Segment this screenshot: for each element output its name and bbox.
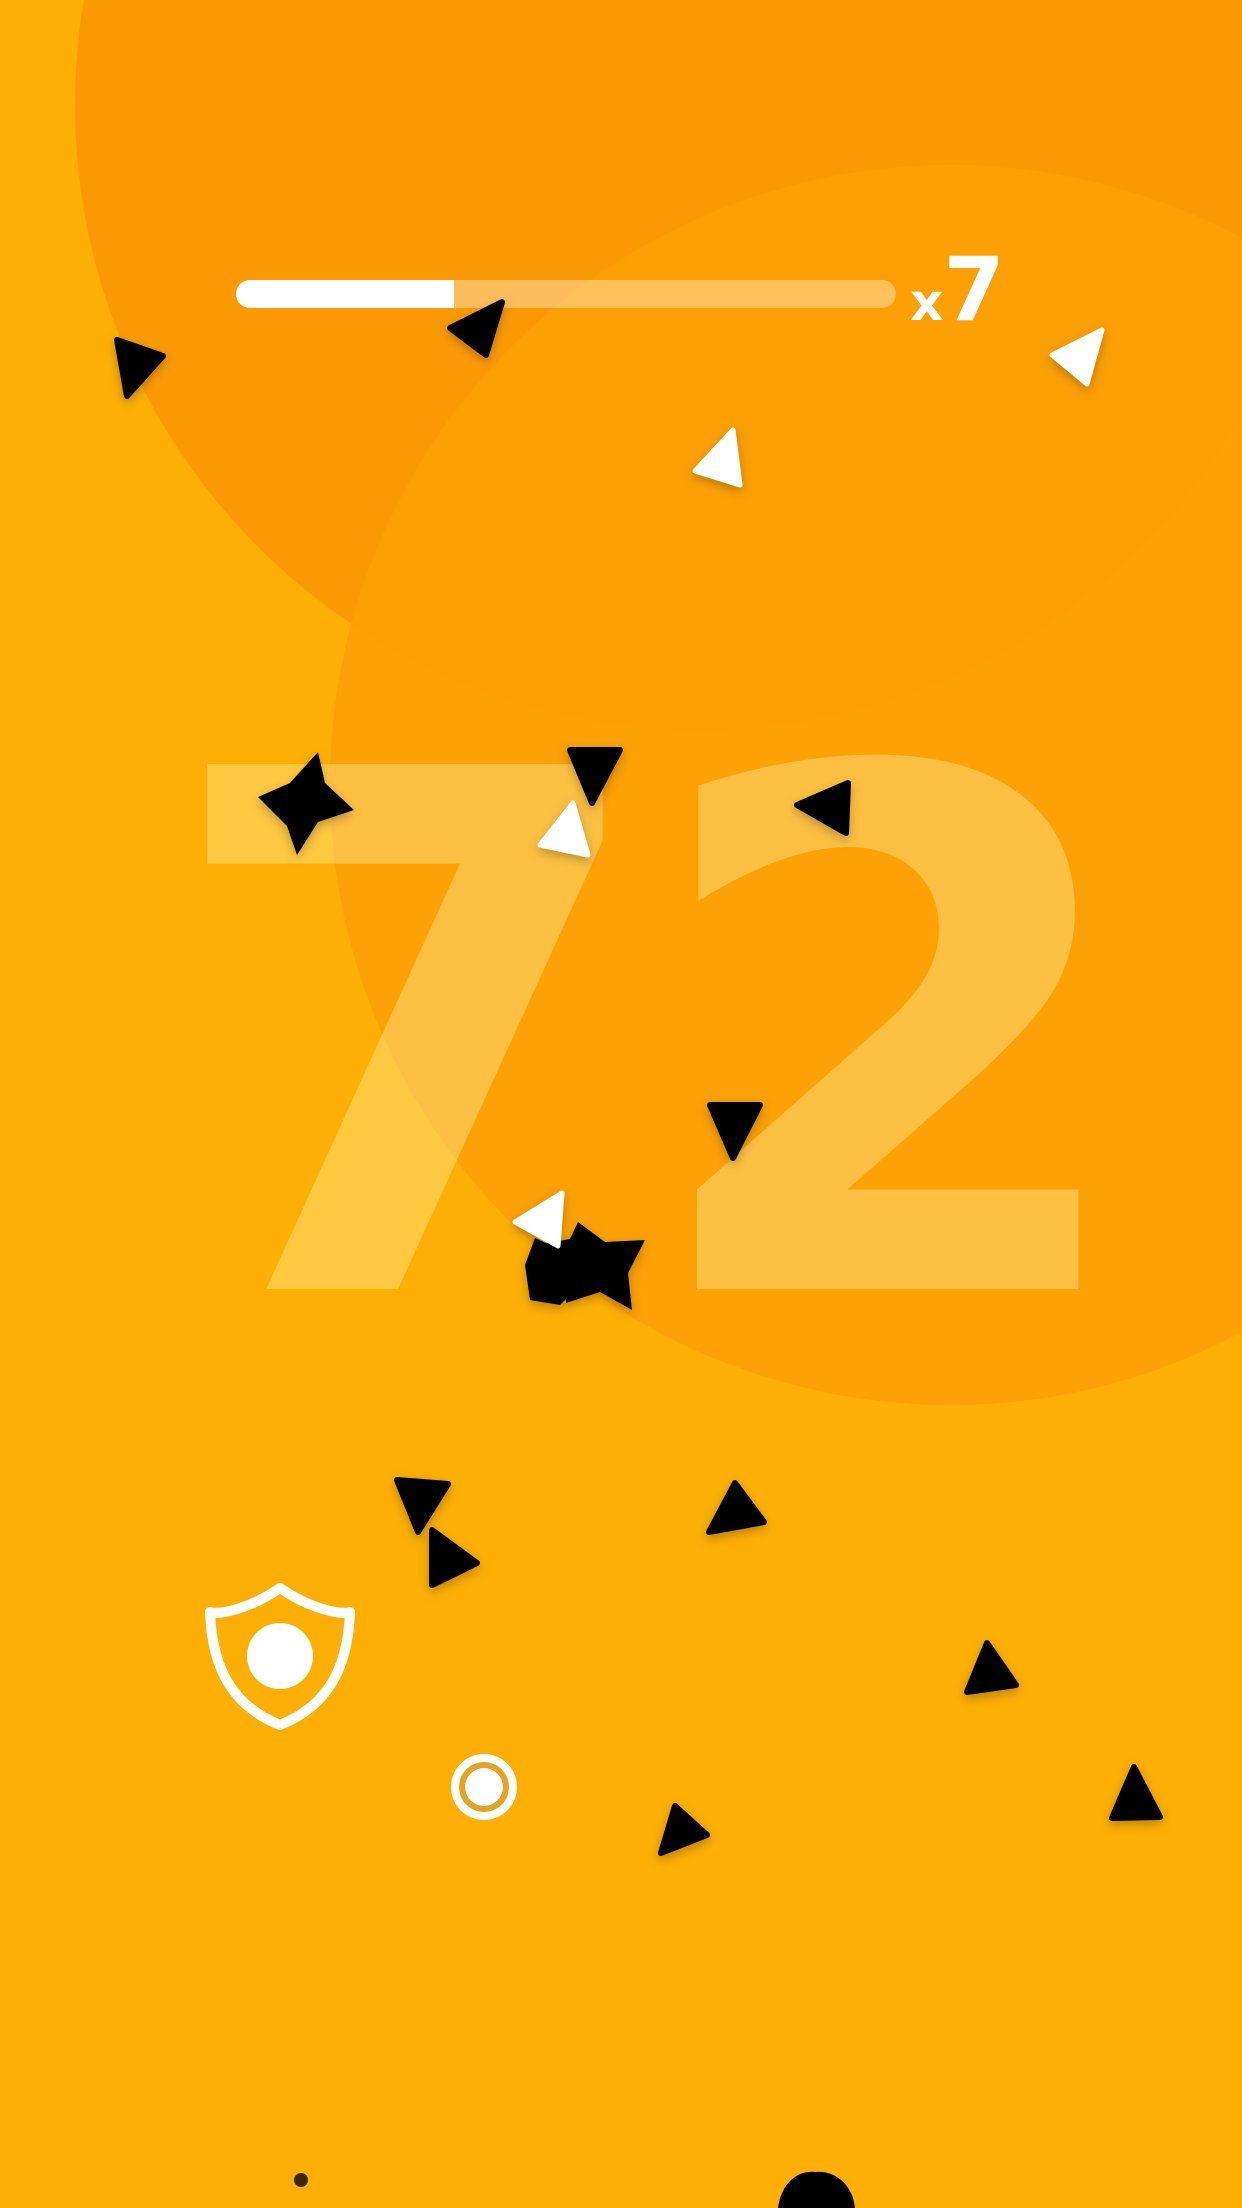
enemy-triangle-icon [567,747,623,806]
game-stage[interactable]: 72 x7 [0,0,1242,2208]
enemy-triangle-icon [706,1480,767,1535]
enemy-star-icon [258,752,354,855]
enemy-triangle-icon [658,1803,710,1856]
enemy-triangle-icon [1109,1764,1163,1821]
shield-powerup-icon[interactable] [205,1583,355,1730]
play-field [114,299,1163,2208]
enemy-triangle-icon [964,1640,1019,1695]
white-shard-icon [1049,327,1105,387]
enemy-triangle-icon [707,1102,763,1161]
player-target-icon[interactable] [451,1754,517,1820]
white-shard-icon [512,1190,565,1249]
enemy-triangle-icon [794,780,851,836]
enemy-blob-icon [778,2171,855,2208]
enemy-triangle-icon [447,299,505,358]
white-shard-icon [692,427,743,488]
enemy-triangle-icon [114,337,166,399]
debris-dot [294,2173,308,2187]
enemy-triangle-icon [429,1527,480,1588]
white-shard-icon [537,800,591,858]
enemy-triangle-icon [394,1477,451,1535]
